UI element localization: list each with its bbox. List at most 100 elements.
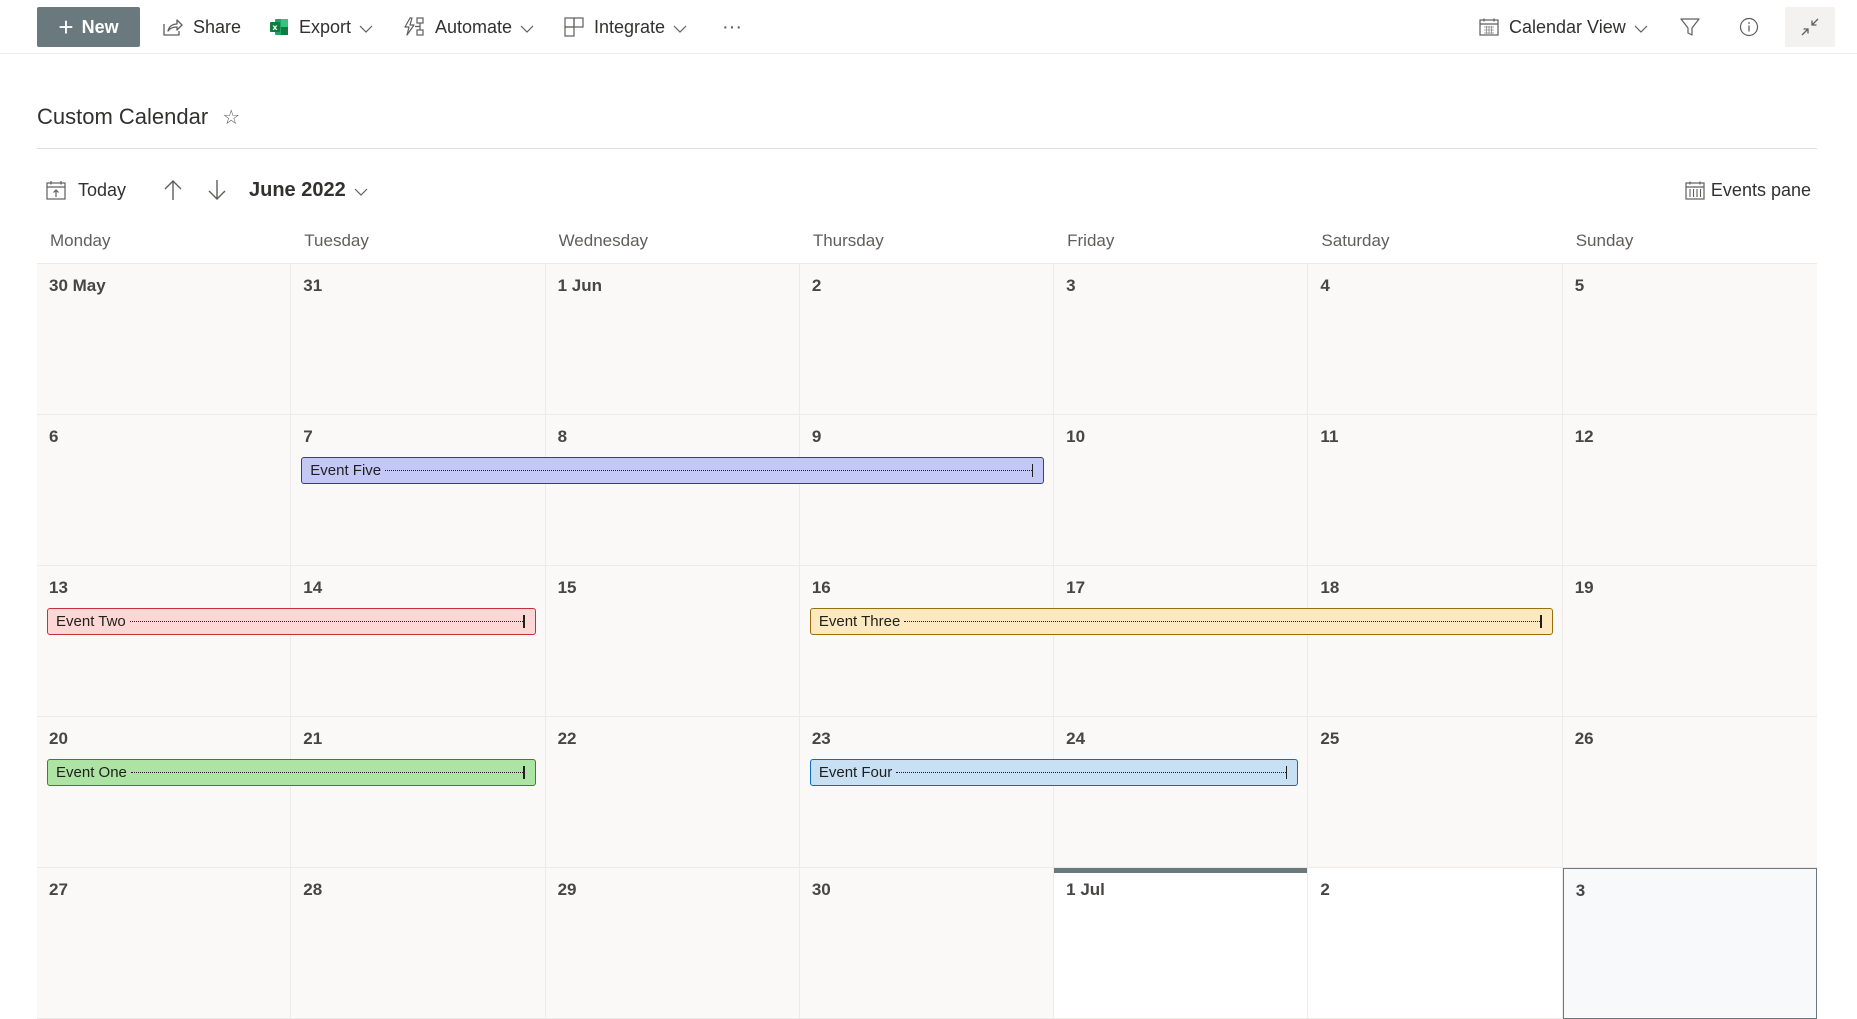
date-number: 14 <box>303 578 323 597</box>
date-number: 2 <box>811 276 822 295</box>
day-cell[interactable]: 1 Jun <box>545 264 800 415</box>
day-cell[interactable]: 15 <box>545 566 800 717</box>
more-options-button[interactable]: ··· <box>722 7 742 47</box>
event-bar[interactable]: Event Five <box>301 457 1045 484</box>
day-cell[interactable]: 21 <box>291 717 546 868</box>
event-duration-line <box>904 621 1541 622</box>
month-picker[interactable]: June 2022 <box>249 172 368 208</box>
info-icon <box>1739 17 1759 37</box>
day-cell[interactable]: 23 <box>799 717 1055 868</box>
info-button[interactable] <box>1737 7 1761 47</box>
date-number: 2 <box>1320 880 1330 899</box>
share-button[interactable]: Share <box>163 7 241 47</box>
filter-button[interactable] <box>1678 7 1702 47</box>
date-number: 4 <box>1320 276 1330 295</box>
day-cell[interactable]: 30 <box>799 868 1055 1019</box>
plus-icon: + <box>58 12 74 42</box>
day-cell[interactable]: 10 <box>1054 415 1309 566</box>
date-number: 3 <box>1575 881 1586 900</box>
day-cell[interactable]: 3 <box>1054 264 1309 415</box>
chevron-down-icon <box>673 17 687 38</box>
weekday-header: Tuesday <box>304 231 369 250</box>
more-icon: ··· <box>722 15 742 38</box>
day-cell[interactable]: 11 <box>1308 415 1563 566</box>
events-pane-icon <box>1685 181 1705 200</box>
day-cell[interactable]: 30 May <box>37 264 292 415</box>
day-cell[interactable]: 3 <box>1562 868 1817 1019</box>
day-cell[interactable]: 26 <box>1562 717 1817 868</box>
day-cell[interactable]: 19 <box>1562 566 1817 717</box>
new-button[interactable]: + New <box>37 7 140 47</box>
events-pane-label: Events pane <box>1710 179 1811 200</box>
event-bar[interactable]: Event Three <box>809 608 1553 635</box>
previous-month-button[interactable] <box>161 172 185 208</box>
collapse-icon <box>1800 17 1820 37</box>
integrate-label: Integrate <box>594 16 666 37</box>
day-cell[interactable]: 7 <box>291 415 546 566</box>
day-cell[interactable]: 22 <box>545 717 800 868</box>
date-number: 12 <box>1574 427 1594 446</box>
event-title: Event Five <box>310 462 382 479</box>
day-cell[interactable]: 1 Jul <box>1054 868 1309 1019</box>
day-cell[interactable]: 2 <box>799 264 1055 415</box>
date-number: 15 <box>557 578 577 597</box>
favorite-star-icon[interactable]: ☆ <box>222 105 240 130</box>
date-number: 10 <box>1066 427 1086 446</box>
month-grid: 30 May 31 1 Jun 2 3 4 5 6 7 8 9 10 11 12 13 14 15 16 17 18 1… <box>37 264 1817 1019</box>
date-number: 1 Jun <box>557 276 602 295</box>
date-number: 26 <box>1574 729 1594 748</box>
day-cell[interactable]: 17 <box>1054 566 1309 717</box>
event-bar[interactable]: Event One <box>47 759 536 786</box>
events-pane-button[interactable]: Events pane <box>1685 172 1811 208</box>
day-cell[interactable]: 4 <box>1308 264 1563 415</box>
today-button[interactable]: Today <box>46 172 126 208</box>
date-number: 11 <box>1320 427 1339 446</box>
day-cell[interactable]: 14 <box>291 566 546 717</box>
event-duration-line <box>129 621 524 622</box>
day-cell[interactable]: 29 <box>545 868 800 1019</box>
integrate-button[interactable]: Integrate <box>564 7 687 47</box>
filter-icon <box>1680 17 1700 37</box>
chevron-down-icon <box>359 17 373 38</box>
day-cell[interactable]: 24 <box>1054 717 1309 868</box>
event-end-marker <box>1285 766 1288 779</box>
day-cell[interactable]: 25 <box>1308 717 1563 868</box>
day-cell[interactable]: 16 <box>799 566 1055 717</box>
day-cell[interactable]: 6 <box>37 415 292 566</box>
day-cell[interactable]: 12 <box>1562 415 1817 566</box>
date-number: 16 <box>811 578 831 597</box>
event-duration-line <box>385 470 1032 471</box>
day-cell[interactable]: 31 <box>291 264 546 415</box>
next-month-button[interactable] <box>205 172 229 208</box>
arrow-down-icon <box>207 179 227 201</box>
event-duration-line <box>130 772 524 773</box>
svg-text:x: x <box>272 23 278 32</box>
day-cell[interactable]: 9 <box>799 415 1055 566</box>
weekday-header: Saturday <box>1321 231 1390 250</box>
collapse-button[interactable] <box>1785 7 1835 47</box>
share-label: Share <box>193 16 242 37</box>
event-title: Event Four <box>818 764 893 781</box>
day-cell[interactable]: 8 <box>545 415 800 566</box>
event-bar[interactable]: Event Four <box>809 759 1299 786</box>
view-switcher[interactable]: Calendar View <box>1479 7 1648 47</box>
day-cell[interactable]: 28 <box>291 868 546 1019</box>
date-number: 23 <box>811 729 831 748</box>
export-button[interactable]: x Export <box>269 7 373 47</box>
automate-button[interactable]: Automate <box>403 7 534 47</box>
event-bar[interactable]: Event Two <box>47 608 536 635</box>
month-label: June 2022 <box>249 178 346 201</box>
view-label: Calendar View <box>1509 16 1626 37</box>
header-divider <box>37 148 1817 149</box>
day-cell[interactable]: 13 <box>37 566 292 717</box>
day-cell[interactable]: 2 <box>1308 868 1563 1019</box>
event-duration-line <box>896 772 1286 773</box>
day-cell[interactable]: 18 <box>1308 566 1563 717</box>
day-cell[interactable]: 5 <box>1562 264 1817 415</box>
day-cell[interactable]: 20 <box>37 717 292 868</box>
day-cell[interactable]: 27 <box>37 868 292 1019</box>
event-end-marker <box>523 615 525 628</box>
chevron-down-icon <box>354 180 368 201</box>
arrow-up-icon <box>163 179 183 201</box>
share-icon <box>163 18 183 36</box>
